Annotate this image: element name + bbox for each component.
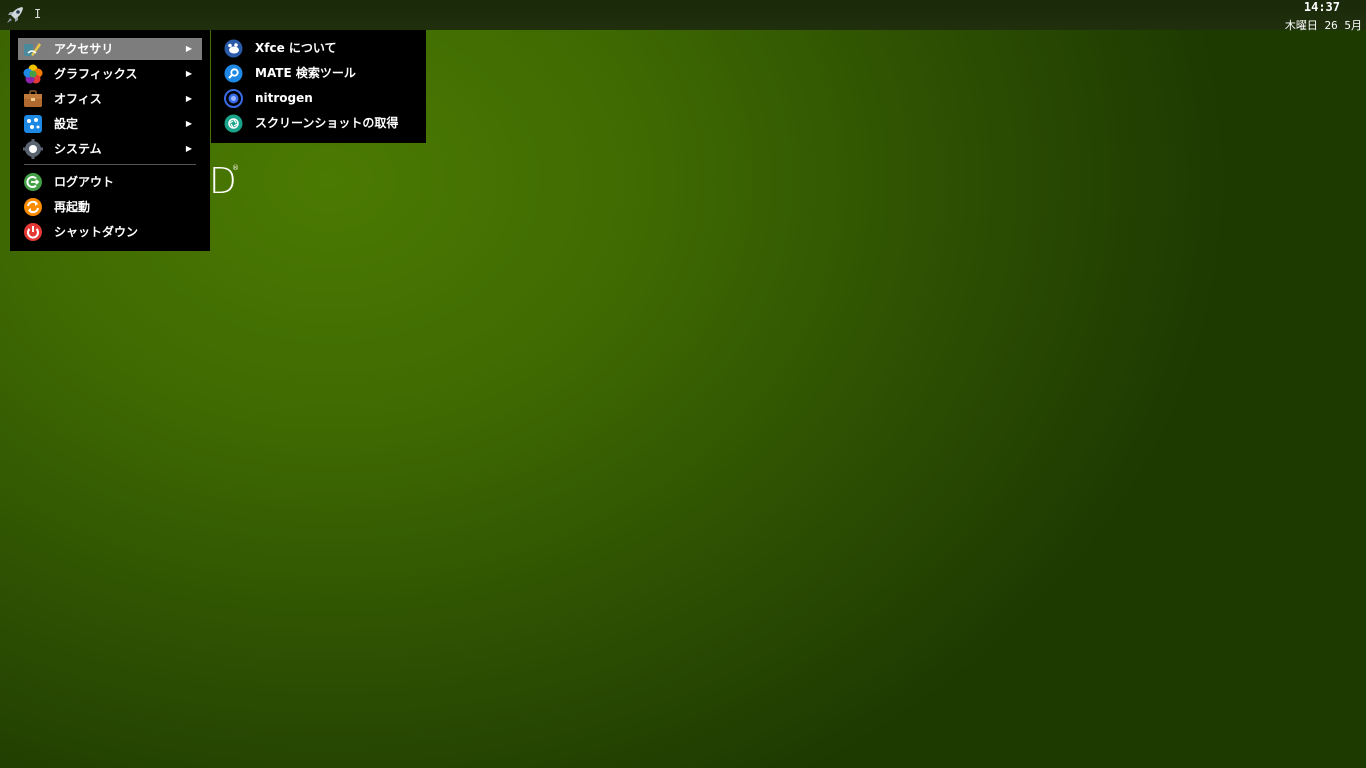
menu-item-label: アクセサリ bbox=[54, 42, 114, 56]
submenu-arrow-icon: ▶ bbox=[185, 119, 192, 128]
menu-item-label: オフィス bbox=[54, 92, 102, 106]
submenu-arrow-icon: ▶ bbox=[185, 94, 192, 103]
menu-item-label: システム bbox=[54, 142, 102, 156]
menu-item-label: 設定 bbox=[54, 117, 79, 131]
panel-text-cursor: I bbox=[34, 7, 42, 21]
submenu-item-nitrogen[interactable]: nitrogen bbox=[211, 87, 426, 109]
xfce-mouse-icon bbox=[224, 39, 243, 58]
submenu-item-about-xfce[interactable]: Xfce について bbox=[211, 37, 426, 59]
rocket-launcher-icon[interactable] bbox=[4, 4, 26, 26]
screenshot-icon bbox=[224, 114, 243, 133]
menu-item-graphics[interactable]: グラフィックス ▶ bbox=[18, 63, 202, 85]
clock-date: 木曜日 26 5月 bbox=[1284, 19, 1362, 32]
menu-item-system[interactable]: システム ▶ bbox=[18, 138, 202, 160]
menu-item-office[interactable]: オフィス ▶ bbox=[18, 88, 202, 110]
nitrogen-icon bbox=[224, 89, 243, 108]
submenu-arrow-icon: ▶ bbox=[185, 69, 192, 78]
submenu-arrow-icon: ▶ bbox=[185, 144, 192, 153]
menu-item-shutdown[interactable]: シャットダウン bbox=[18, 221, 202, 243]
submenu-item-label: スクリーンショットの取得 bbox=[255, 116, 399, 130]
search-tool-icon bbox=[224, 64, 243, 83]
menu-item-label: ログアウト bbox=[54, 175, 115, 189]
top-panel: I 14:37 木曜日 26 5月 bbox=[0, 0, 1366, 33]
application-menu: アクセサリ ▶ グラフィックス ▶ オフィス ▶ 設定 ▶ システム ▶ ログア… bbox=[10, 30, 210, 251]
menu-item-logout[interactable]: ログアウト bbox=[18, 171, 202, 193]
submenu-arrow-icon: ▶ bbox=[185, 44, 192, 53]
accessories-icon bbox=[23, 39, 43, 59]
system-icon bbox=[23, 139, 43, 159]
menu-item-settings[interactable]: 設定 ▶ bbox=[18, 113, 202, 135]
desktop-logo-registered-mark: ® bbox=[232, 164, 239, 172]
office-icon bbox=[23, 89, 43, 109]
menu-item-accessories[interactable]: アクセサリ ▶ bbox=[18, 38, 202, 60]
menu-item-restart[interactable]: 再起動 bbox=[18, 196, 202, 218]
clock[interactable]: 14:37 木曜日 26 5月 bbox=[1285, 0, 1362, 33]
submenu-item-label: MATE 検索ツール bbox=[255, 66, 356, 80]
graphics-icon bbox=[23, 64, 43, 84]
menu-item-label: シャットダウン bbox=[54, 225, 139, 239]
submenu-item-screenshot[interactable]: スクリーンショットの取得 bbox=[211, 112, 426, 134]
menu-item-label: 再起動 bbox=[54, 200, 91, 214]
clock-time: 14:37 bbox=[1303, 0, 1340, 14]
menu-separator bbox=[24, 164, 196, 165]
menu-item-label: グラフィックス bbox=[54, 67, 138, 81]
restart-icon bbox=[23, 197, 43, 217]
shutdown-icon bbox=[23, 222, 43, 242]
submenu-item-mate-search-tool[interactable]: MATE 検索ツール bbox=[211, 62, 426, 84]
accessories-submenu: Xfce について MATE 検索ツール nitrogen スクリーンショットの… bbox=[211, 30, 426, 143]
submenu-item-label: nitrogen bbox=[255, 91, 313, 105]
submenu-item-label: Xfce について bbox=[255, 41, 337, 55]
settings-icon bbox=[23, 114, 43, 134]
logout-icon bbox=[23, 172, 43, 192]
